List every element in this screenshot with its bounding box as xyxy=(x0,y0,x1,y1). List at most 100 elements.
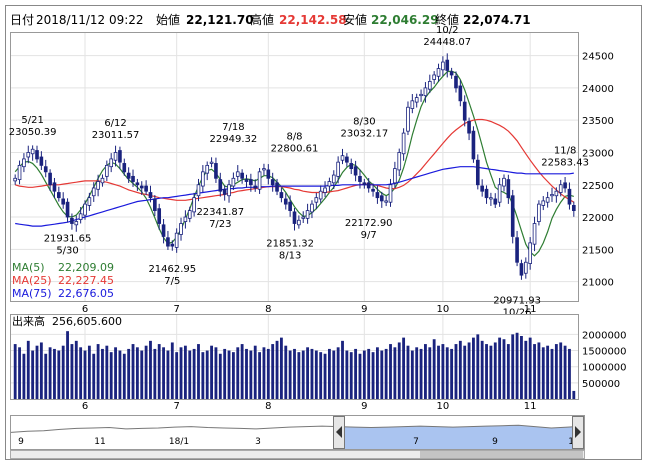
volume-bar xyxy=(332,350,336,399)
volume-bar xyxy=(306,347,310,399)
candle-body xyxy=(122,163,127,173)
volume-bar xyxy=(249,350,253,399)
price-tick-label: 22500 xyxy=(582,181,614,192)
volume-bar xyxy=(140,350,144,399)
overview-right-handle[interactable] xyxy=(572,416,584,449)
candle-body xyxy=(550,194,554,197)
candle-body xyxy=(401,132,406,155)
volume-bar xyxy=(122,353,126,399)
candle-body xyxy=(528,242,532,264)
volume-bar xyxy=(118,350,122,399)
volume-bar xyxy=(314,350,318,399)
price-tick-label: 21000 xyxy=(582,278,614,289)
candle-body xyxy=(253,185,258,189)
volume-bar xyxy=(18,347,21,399)
price-annotation: 7/5 xyxy=(164,276,180,287)
volume-bar xyxy=(541,347,545,399)
candle-body xyxy=(87,197,92,206)
overview-label: 7 xyxy=(413,437,419,447)
volume-bar xyxy=(39,342,43,399)
volume-bar xyxy=(101,348,104,399)
volume-bar xyxy=(266,348,270,399)
candle-body xyxy=(563,182,567,189)
volume-bar xyxy=(550,348,554,399)
volume-bar xyxy=(83,350,87,399)
candle-body xyxy=(105,164,109,177)
price-annotation: 7/18 xyxy=(222,122,244,133)
volume-month-label: 6 xyxy=(82,401,88,412)
volume-bar xyxy=(157,344,161,399)
volume-bar xyxy=(223,348,227,399)
price-annotation: 6/12 xyxy=(104,118,126,129)
candle-body xyxy=(266,169,271,179)
volume-bar xyxy=(262,347,266,399)
candle-body xyxy=(257,171,262,190)
price-tick-label: 24000 xyxy=(582,84,614,95)
volume-legend: 出来高 256,605.600 xyxy=(12,314,122,328)
candle-body xyxy=(231,177,236,187)
volume-tick-label: 1000000 xyxy=(582,363,627,374)
volume-bar xyxy=(96,344,100,399)
candle-body xyxy=(480,185,484,192)
volume-bar xyxy=(87,345,91,399)
volume-bar xyxy=(74,340,78,399)
candle-body xyxy=(445,59,450,71)
volume-bar xyxy=(284,345,288,399)
price-month-label: 9 xyxy=(361,304,367,315)
candle-body xyxy=(22,158,26,168)
open-value: 22,121.70 xyxy=(186,13,254,27)
candle-body xyxy=(379,195,384,202)
candle-body xyxy=(196,184,201,197)
candle-body xyxy=(471,130,476,160)
candle-body xyxy=(91,187,96,197)
volume-bar xyxy=(367,348,371,399)
candle-body xyxy=(362,182,367,186)
candle-body xyxy=(489,197,493,200)
volume-bar xyxy=(358,353,362,399)
volume-bar xyxy=(376,347,379,399)
candle-body xyxy=(170,243,175,247)
candle-body xyxy=(209,161,214,164)
candle-body xyxy=(349,163,354,170)
volume-bar xyxy=(419,348,423,399)
candle-body xyxy=(353,166,358,176)
candle-body xyxy=(279,192,284,199)
volume-bar xyxy=(214,347,218,399)
candle-body xyxy=(310,203,314,213)
volume-bar xyxy=(345,350,349,399)
volume-bar xyxy=(568,348,571,399)
scrollbar[interactable] xyxy=(10,450,585,459)
volume-bar xyxy=(515,332,519,399)
ma-legend: MA(5) 22,209.09 MA(25) 22,227.45 MA(75) … xyxy=(12,261,114,300)
candle-body xyxy=(39,156,44,166)
volume-bar xyxy=(537,342,541,399)
candle-body xyxy=(48,172,52,186)
volume-bar xyxy=(253,345,257,399)
overview-label: 9 xyxy=(492,437,498,447)
scrollbar-thumb[interactable] xyxy=(420,451,583,458)
volume-bar xyxy=(432,339,436,399)
volume-bar xyxy=(428,347,432,399)
candle-body xyxy=(43,166,48,173)
volume-month-label: 9 xyxy=(361,401,367,412)
volume-bar xyxy=(279,337,283,399)
overview-left-handle[interactable] xyxy=(333,416,345,449)
price-annotation: 8/13 xyxy=(279,251,301,262)
candle-body xyxy=(30,148,35,155)
candle-body xyxy=(83,203,87,216)
volume-bar xyxy=(231,352,235,399)
candle-body xyxy=(174,232,179,248)
volume-bar xyxy=(271,344,275,399)
overview-label: 18/1 xyxy=(169,437,189,447)
volume-bar xyxy=(31,350,35,399)
candle-body xyxy=(554,190,559,197)
close-value: 22,074.71 xyxy=(463,13,531,27)
candle-body xyxy=(283,198,288,205)
volume-bar xyxy=(319,352,323,399)
volume-bar xyxy=(258,352,262,399)
volume-month-label: 11 xyxy=(524,401,537,412)
volume-label: 出来高 xyxy=(12,314,45,328)
volume-bar xyxy=(371,352,375,399)
price-annotation: 23050.39 xyxy=(9,127,57,138)
volume-bar xyxy=(275,340,279,399)
